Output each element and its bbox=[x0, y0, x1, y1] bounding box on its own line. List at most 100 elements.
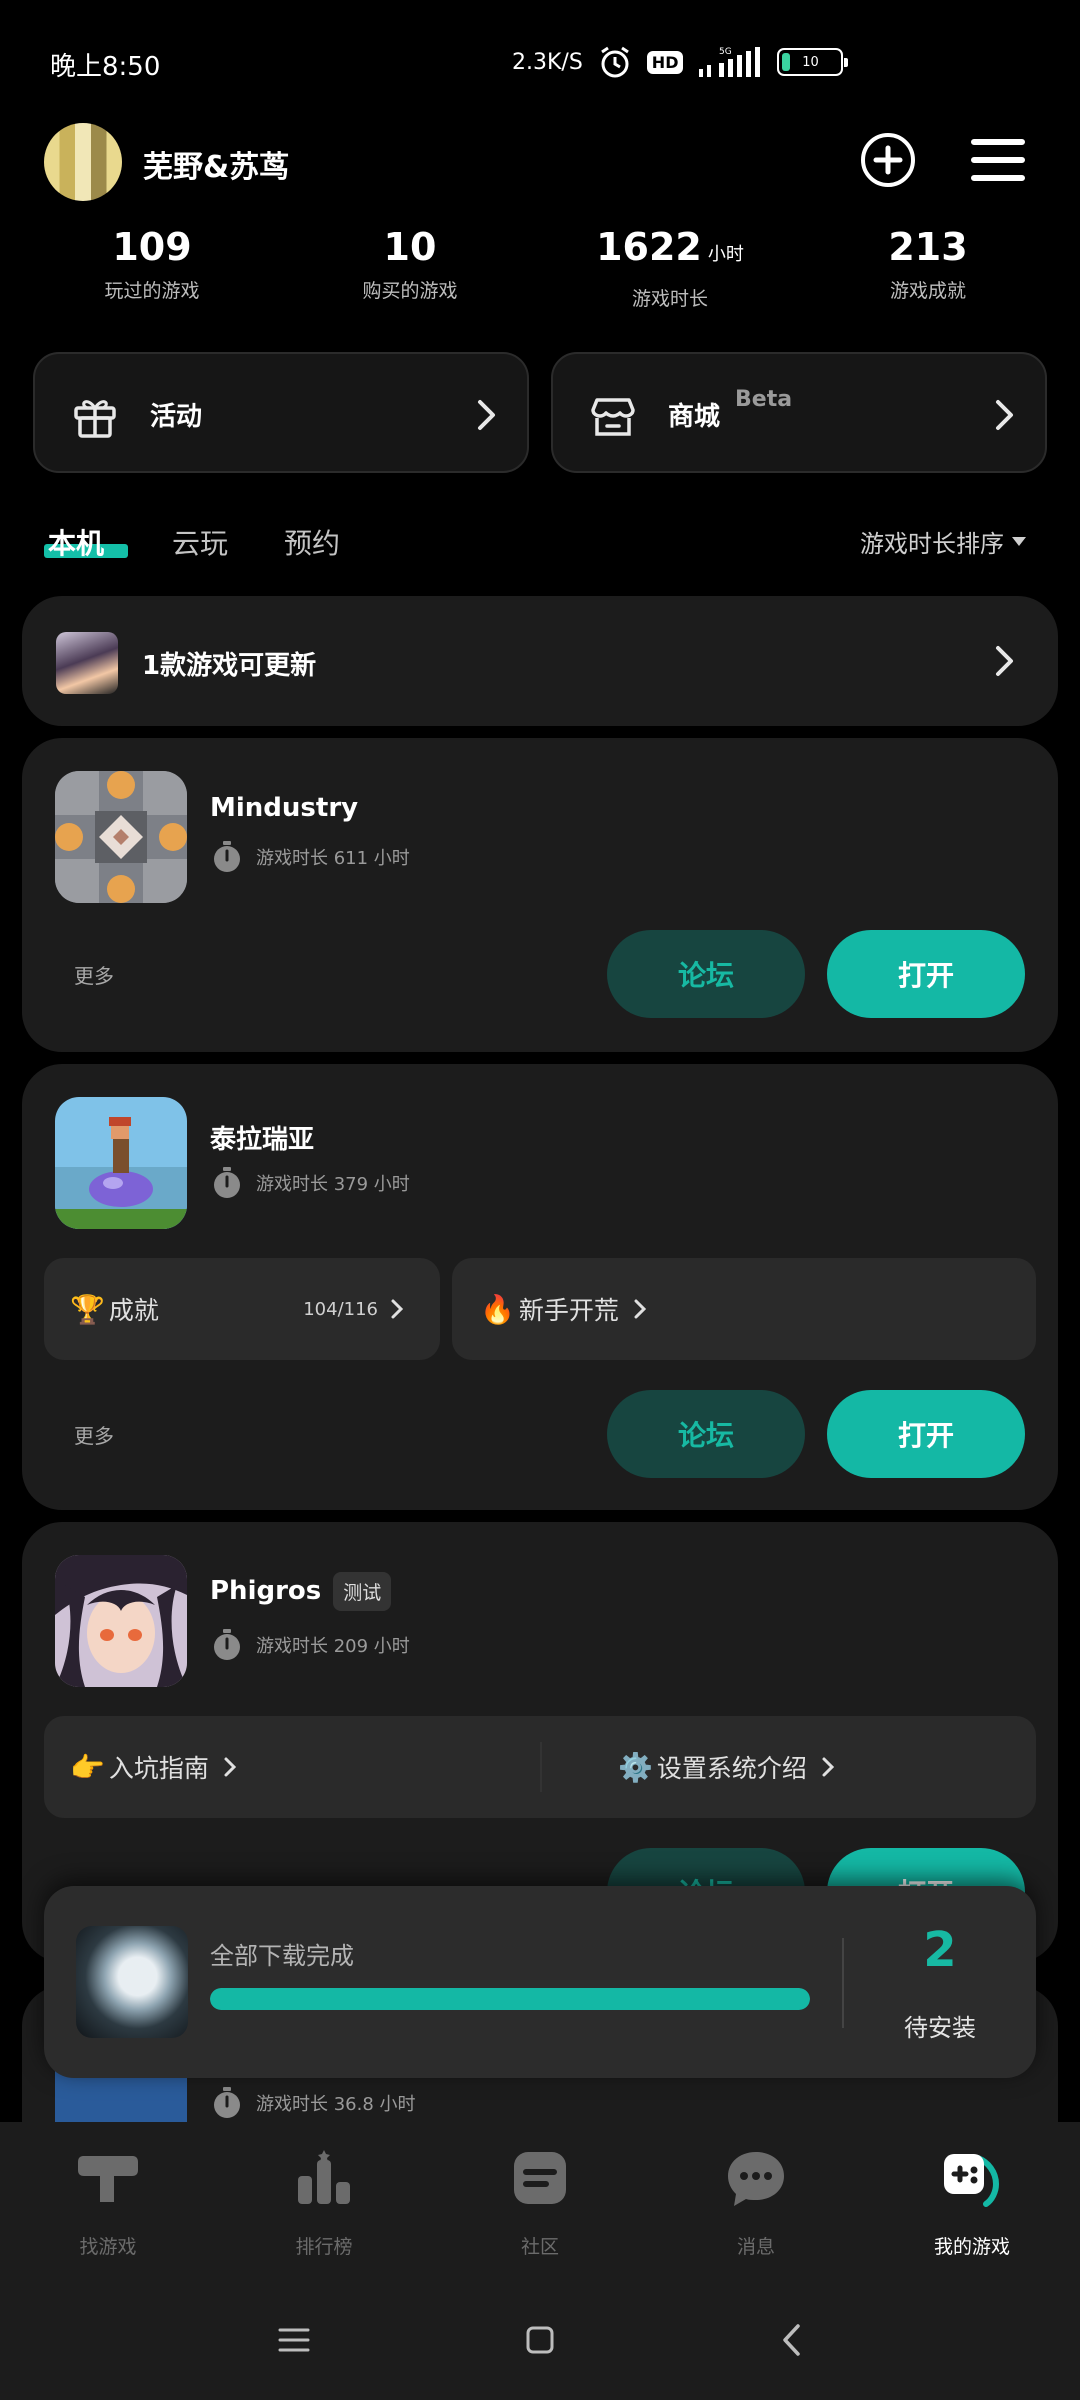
dropdown-arrow-icon bbox=[1012, 537, 1026, 546]
recent-apps-icon[interactable] bbox=[274, 2320, 314, 2360]
bottom-nav: 找游戏 排行榜 社区 消息 我的游戏 bbox=[0, 2122, 1080, 2400]
sort-dropdown[interactable]: 游戏时长排序 bbox=[860, 524, 1026, 559]
download-progress-bar bbox=[210, 1988, 810, 2010]
forum-button[interactable]: 论坛 bbox=[607, 1390, 805, 1478]
achievement-entry[interactable]: 🏆 成就 104/116 bbox=[44, 1258, 440, 1360]
chevron-right-icon bbox=[996, 646, 1013, 676]
stat-purchased[interactable]: 10 购买的游戏 bbox=[330, 222, 490, 303]
nav-label: 我的游戏 bbox=[933, 2236, 1010, 2258]
battery-level: 10 bbox=[802, 54, 819, 70]
chevron-right-icon bbox=[634, 1299, 647, 1319]
entry-guide-label: 入坑指南 bbox=[108, 1754, 209, 1783]
forum-button[interactable]: 论坛 bbox=[607, 930, 805, 1018]
update-game-thumbnail bbox=[56, 632, 118, 694]
stat-achievements-value: 213 bbox=[888, 225, 968, 269]
timer-icon bbox=[214, 1167, 240, 1198]
game-title[interactable]: 泰拉瑞亚 bbox=[210, 1119, 314, 1156]
settings-intro-label: 设置系统介绍 bbox=[656, 1754, 807, 1783]
chevron-right-icon bbox=[224, 1757, 237, 1777]
fire-icon: 🔥 bbox=[480, 1292, 515, 1326]
chevron-right-icon bbox=[391, 1299, 404, 1319]
signal-icon: 5G bbox=[699, 47, 761, 77]
back-icon[interactable] bbox=[772, 2320, 812, 2360]
status-bar: 晚上8:50 2.3K/S HD 5G 10 bbox=[0, 0, 1080, 130]
nav-find-game[interactable]: 找游戏 bbox=[18, 2146, 198, 2259]
stat-purchased-value: 10 bbox=[383, 225, 437, 269]
network-speed: 2.3K/S bbox=[512, 49, 583, 75]
nav-leaderboard[interactable]: 排行榜 bbox=[234, 2146, 414, 2259]
download-progress-fill bbox=[210, 1988, 810, 2010]
chevron-right-icon bbox=[996, 400, 1013, 430]
sort-label: 游戏时长排序 bbox=[860, 530, 1004, 558]
stat-played[interactable]: 109 玩过的游戏 bbox=[72, 222, 232, 303]
stat-played-value: 109 bbox=[112, 225, 192, 269]
activity-entry[interactable]: 活动 bbox=[33, 352, 529, 473]
phigros-links: 👉 入坑指南 ⚙️ 设置系统介绍 bbox=[44, 1716, 1036, 1818]
guide-entry[interactable]: 🔥 新手开荒 bbox=[452, 1258, 1036, 1360]
more-link[interactable]: 更多 bbox=[74, 1420, 114, 1449]
tab-reserve[interactable]: 预约 bbox=[284, 522, 340, 562]
trophy-icon: 🏆 bbox=[70, 1292, 105, 1326]
pointing-hand-icon: 👉 bbox=[70, 1750, 105, 1784]
more-link[interactable]: 更多 bbox=[74, 960, 114, 989]
achievement-count: 104/116 bbox=[303, 1298, 378, 1320]
store-label: 商城 bbox=[668, 402, 721, 432]
avatar[interactable] bbox=[44, 123, 122, 201]
store-entry[interactable]: 商城 Beta bbox=[551, 352, 1047, 473]
status-time: 晚上8:50 bbox=[50, 52, 161, 82]
game-title[interactable]: Mindustry bbox=[210, 793, 358, 823]
battery-icon: 10 bbox=[777, 48, 849, 76]
pending-install-label: 待安装 bbox=[904, 2014, 976, 2042]
menu-icon[interactable] bbox=[970, 136, 1026, 184]
terraria-icon[interactable] bbox=[55, 1097, 187, 1229]
stat-playtime-label: 游戏时长 bbox=[631, 288, 708, 310]
alarm-icon bbox=[600, 46, 629, 78]
nav-label: 找游戏 bbox=[79, 2236, 137, 2258]
settings-intro[interactable]: ⚙️ 设置系统介绍 bbox=[618, 1749, 835, 1785]
game-playtime-text: 游戏时长 379 小时 bbox=[256, 1174, 410, 1195]
game-playtime: 游戏时长 379 小时 bbox=[210, 1166, 410, 1200]
store-icon bbox=[591, 398, 635, 436]
game-playtime: 游戏时长 36.8 小时 bbox=[210, 2086, 416, 2120]
pending-install-count: 2 bbox=[923, 1922, 957, 1978]
tab-cloud[interactable]: 云玩 bbox=[172, 522, 228, 562]
achievement-label: 成就 bbox=[108, 1296, 159, 1325]
game-title-row: Phigros 测试 bbox=[210, 1572, 392, 1611]
stat-achievements[interactable]: 213 游戏成就 bbox=[848, 222, 1008, 303]
community-icon bbox=[514, 2152, 566, 2204]
nav-my-games[interactable]: 我的游戏 bbox=[882, 2146, 1062, 2259]
game-card-terraria: 泰拉瑞亚 游戏时长 379 小时 🏆 成就 104/116 🔥 新手开荒 更多 … bbox=[22, 1064, 1058, 1510]
stat-playtime-value: 1622 bbox=[596, 225, 702, 269]
nav-label: 消息 bbox=[736, 2236, 775, 2258]
update-banner[interactable]: 1款游戏可更新 bbox=[22, 596, 1058, 726]
nav-messages[interactable]: 消息 bbox=[666, 2146, 846, 2259]
stat-playtime[interactable]: 1622 小时 游戏时长 bbox=[580, 222, 760, 311]
hd-badge: HD bbox=[646, 50, 684, 74]
status-indicators: 2.3K/S HD 5G 10 bbox=[512, 42, 849, 82]
mindustry-icon[interactable] bbox=[55, 771, 187, 903]
nav-community[interactable]: 社区 bbox=[450, 2146, 630, 2259]
stat-purchased-label: 购买的游戏 bbox=[362, 280, 458, 302]
find-game-icon bbox=[78, 2156, 138, 2202]
username[interactable]: 芜野&苏茑 bbox=[143, 142, 289, 186]
phigros-icon[interactable] bbox=[55, 1555, 187, 1687]
message-icon bbox=[728, 2152, 784, 2206]
stat-playtime-unit: 小时 bbox=[707, 244, 744, 265]
gear-icon: ⚙️ bbox=[618, 1750, 653, 1784]
download-toast[interactable]: 全部下载完成 2 待安装 bbox=[44, 1886, 1036, 2078]
game-title[interactable]: Phigros bbox=[210, 1576, 321, 1606]
entry-guide[interactable]: 👉 入坑指南 bbox=[70, 1749, 237, 1785]
game-playtime-text: 游戏时长 611 小时 bbox=[256, 848, 410, 869]
timer-icon bbox=[214, 2087, 240, 2118]
open-button[interactable]: 打开 bbox=[827, 1390, 1025, 1478]
add-icon[interactable] bbox=[860, 132, 916, 188]
leaderboard-icon bbox=[298, 2150, 350, 2204]
open-button[interactable]: 打开 bbox=[827, 930, 1025, 1018]
home-icon[interactable] bbox=[520, 2320, 560, 2360]
test-tag: 测试 bbox=[333, 1572, 392, 1611]
tab-local[interactable]: 本机 bbox=[48, 522, 104, 562]
download-status: 全部下载完成 bbox=[210, 1942, 354, 1970]
nav-label: 排行榜 bbox=[295, 2236, 353, 2258]
chevron-right-icon bbox=[822, 1757, 835, 1777]
game-playtime: 游戏时长 611 小时 bbox=[210, 840, 410, 874]
